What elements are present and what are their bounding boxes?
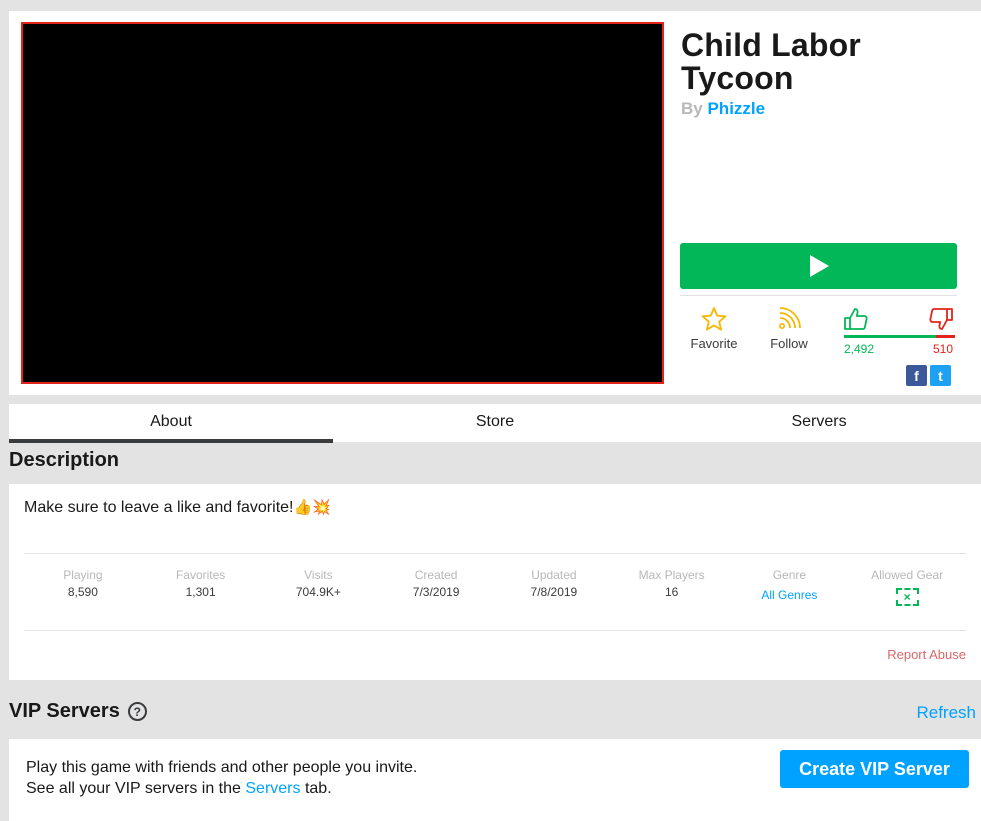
stat-label: Genre xyxy=(772,568,807,582)
vip-servers-heading: VIP Servers ? xyxy=(9,700,147,723)
favorite-button[interactable]: Favorite xyxy=(685,306,743,351)
star-icon xyxy=(701,307,727,331)
stat-visits: Visits 704.9K+ xyxy=(260,567,378,606)
stat-value: 16 xyxy=(664,585,679,599)
vip-line-2: See all your VIP servers in the Servers … xyxy=(26,778,417,799)
game-stats: Playing 8,590 Favorites 1,301 Visits 704… xyxy=(24,567,966,606)
tab-about[interactable]: About xyxy=(9,404,333,443)
play-button[interactable] xyxy=(680,243,957,289)
tab-servers[interactable]: Servers xyxy=(657,404,981,442)
description-text: Make sure to leave a like and favorite!👍… xyxy=(24,498,331,517)
stat-updated: Updated 7/8/2019 xyxy=(495,567,613,606)
twitter-share-button[interactable]: t xyxy=(930,365,951,386)
question-circle-icon[interactable]: ? xyxy=(127,702,147,721)
vip-line-2-pre: See all your VIP servers in the xyxy=(26,780,241,797)
no-gear-icon: × xyxy=(895,588,919,606)
stat-label: Playing xyxy=(63,568,103,582)
stat-favorites: Favorites 1,301 xyxy=(142,567,260,606)
refresh-button[interactable]: Refresh xyxy=(916,703,976,723)
tab-bar: About Store Servers xyxy=(9,404,981,443)
vip-servers-panel: Play this game with friends and other pe… xyxy=(9,739,981,821)
tab-store[interactable]: Store xyxy=(333,404,657,442)
stat-created: Created 7/3/2019 xyxy=(377,567,495,606)
thumbs-up-icon xyxy=(844,308,868,330)
vote-ratio-bar xyxy=(844,335,955,338)
vip-line-2-post: tab. xyxy=(304,780,332,797)
follow-label: Follow xyxy=(770,336,808,351)
play-icon xyxy=(809,255,829,277)
description-body: Make sure to leave a like and favorite! xyxy=(24,499,294,516)
facebook-share-button[interactable]: f xyxy=(906,365,927,386)
rss-icon xyxy=(778,307,801,329)
stat-label: Max Players xyxy=(638,568,705,582)
by-prefix: By xyxy=(681,99,703,118)
stat-value: 1,301 xyxy=(185,585,216,599)
game-title: Child Labor Tycoon xyxy=(681,27,861,96)
description-emojis: 👍💥 xyxy=(293,499,331,516)
thumbs-down-icon xyxy=(929,308,953,330)
downvote-count: 510 xyxy=(932,342,953,356)
create-vip-server-button[interactable]: Create VIP Server xyxy=(780,750,969,788)
upvote-count: 2,492 xyxy=(844,342,875,356)
stat-value: 704.9K+ xyxy=(295,585,341,599)
downvote-button[interactable] xyxy=(928,307,954,336)
facebook-icon: f xyxy=(914,367,919,384)
stat-genre: Genre All Genres xyxy=(731,567,849,606)
divider xyxy=(680,295,957,296)
divider xyxy=(24,630,966,631)
twitter-icon: t xyxy=(938,367,943,384)
stat-value: 8,590 xyxy=(67,585,98,599)
follow-button[interactable]: Follow xyxy=(761,306,817,351)
genre-link[interactable]: All Genres xyxy=(761,586,817,604)
downvote-fill xyxy=(936,335,955,338)
description-panel: Make sure to leave a like and favorite!👍… xyxy=(9,484,981,680)
creator-byline: By Phizzle xyxy=(681,99,765,119)
creator-link[interactable]: Phizzle xyxy=(707,99,765,118)
upvote-fill xyxy=(844,335,937,338)
stat-label: Created xyxy=(414,568,458,582)
description-heading: Description xyxy=(9,449,120,471)
vip-servers-title: VIP Servers xyxy=(9,700,120,722)
stat-allowed-gear: Allowed Gear × xyxy=(848,567,966,606)
stat-value: 7/3/2019 xyxy=(412,585,460,599)
stat-label: Visits xyxy=(304,568,333,582)
upvote-button[interactable] xyxy=(843,307,869,336)
stat-playing: Playing 8,590 xyxy=(24,567,142,606)
servers-tab-link[interactable]: Servers xyxy=(245,780,300,797)
stat-label: Updated xyxy=(531,568,577,582)
stat-label: Favorites xyxy=(175,568,226,582)
social-share: f t xyxy=(906,365,951,386)
vip-description: Play this game with friends and other pe… xyxy=(26,757,417,799)
game-thumbnail[interactable] xyxy=(21,22,664,384)
favorite-label: Favorite xyxy=(690,336,738,351)
stat-max-players: Max Players 16 xyxy=(613,567,731,606)
game-header: Child Labor Tycoon By Phizzle Favorite F… xyxy=(9,11,981,395)
report-abuse-link[interactable]: Report Abuse xyxy=(887,647,966,662)
vip-line-1: Play this game with friends and other pe… xyxy=(26,759,418,776)
divider xyxy=(24,553,966,554)
stat-value: 7/8/2019 xyxy=(530,585,578,599)
stat-label: Allowed Gear xyxy=(871,568,944,582)
